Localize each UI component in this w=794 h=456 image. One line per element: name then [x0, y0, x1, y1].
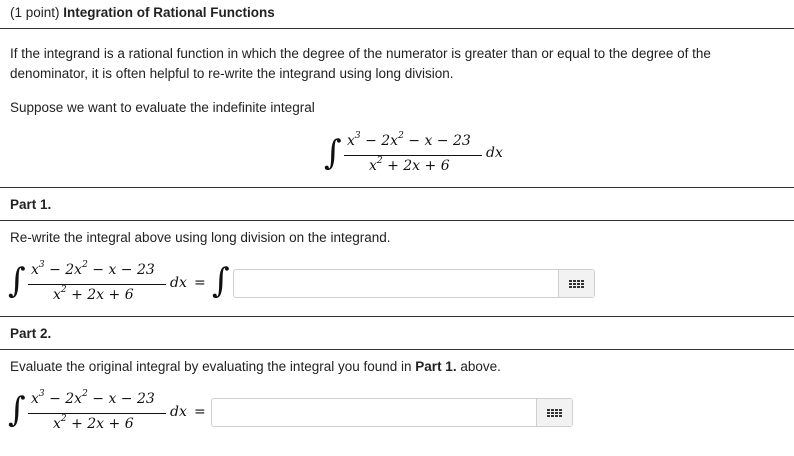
section-divider-2	[0, 316, 794, 317]
part2-instruction-ref: Part 1.	[415, 359, 457, 374]
part2-instruction-text: Evaluate the original integral by evalua…	[10, 359, 412, 374]
section-divider-1	[0, 187, 794, 188]
part2-instruction-suffix: above.	[460, 359, 501, 374]
part1-fraction-denominator: x2 + 2x + 6	[53, 285, 134, 304]
part2-integral-symbol: ∫	[8, 390, 26, 430]
part2-answer-input[interactable]	[212, 399, 536, 426]
part2-equals: =	[194, 404, 206, 420]
part2-dx: dx	[170, 404, 187, 420]
part1-heading: Part 1.	[10, 197, 52, 212]
problem-title: Integration of Rational Functions	[63, 5, 275, 20]
header-divider	[0, 28, 794, 29]
integral-symbol: ∫	[324, 133, 342, 173]
part1-fraction-numerator: x3 − 2x2 − x − 23	[31, 260, 155, 279]
part2-heading: Part 2.	[10, 326, 52, 341]
part1-fraction-bar	[28, 284, 166, 285]
intro-line-2: denominator, it is often helpful to re-w…	[10, 66, 454, 81]
part2-instruction: Evaluate the original integral by evalua…	[10, 357, 501, 377]
part1-answer-input[interactable]	[234, 270, 558, 297]
fraction-numerator: x3 − 2x2 − x − 23	[347, 131, 471, 150]
part1-answer-field[interactable]	[233, 269, 595, 298]
main-fraction: x3 − 2x2 − x − 23 x2 + 2x + 6	[344, 131, 484, 177]
part1-math-keyboard-button[interactable]	[558, 270, 594, 297]
problem-header: (1 point) Integration of Rational Functi…	[10, 3, 275, 23]
part1-equals: =	[194, 275, 206, 291]
keyboard-grid-icon	[547, 408, 562, 417]
part2-fraction: x3 − 2x2 − x − 23 x2 + 2x + 6	[28, 389, 168, 435]
part2-fraction-numerator: x3 − 2x2 − x − 23	[31, 389, 155, 408]
points-label: (1 point)	[10, 5, 60, 20]
intro-line-1: If the integrand is a rational function …	[10, 46, 711, 61]
part2-answer-field[interactable]	[211, 398, 573, 427]
fraction-denominator: x2 + 2x + 6	[369, 156, 450, 175]
suppose-text: Suppose we want to evaluate the indefini…	[10, 100, 315, 115]
part2-fraction-bar	[28, 413, 166, 414]
part2-math-keyboard-button[interactable]	[536, 399, 572, 426]
part2-heading-divider	[0, 349, 794, 350]
part1-instruction: Re-write the integral above using long d…	[10, 230, 391, 245]
part1-rhs-integral-symbol: ∫	[212, 261, 230, 301]
part1-heading-divider	[0, 220, 794, 221]
part1-dx: dx	[170, 275, 187, 291]
part2-fraction-denominator: x2 + 2x + 6	[53, 414, 134, 433]
main-dx: dx	[486, 145, 503, 161]
part1-fraction: x3 − 2x2 − x − 23 x2 + 2x + 6	[28, 260, 168, 306]
part1-integral-symbol: ∫	[8, 261, 26, 301]
keyboard-grid-icon	[569, 279, 584, 288]
fraction-bar	[344, 155, 482, 156]
